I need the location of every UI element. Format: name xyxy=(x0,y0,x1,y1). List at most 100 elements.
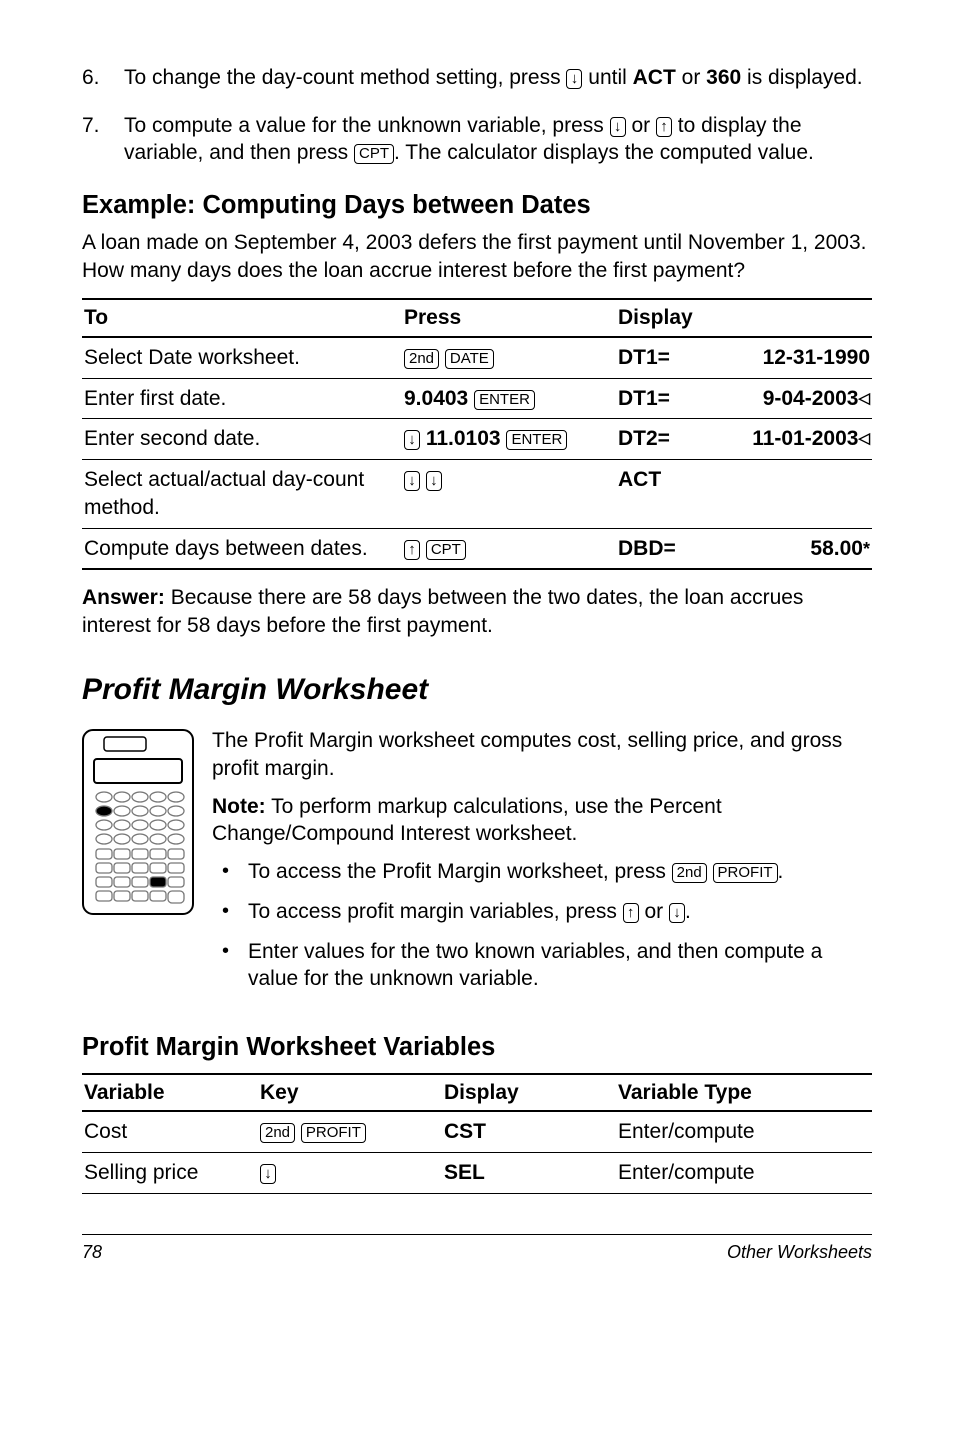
text: or xyxy=(626,114,656,137)
cell-press: 9.0403 ENTER xyxy=(402,378,616,419)
cpt-key: CPT xyxy=(426,540,466,560)
step-7: 7. To compute a value for the unknown va… xyxy=(82,112,872,167)
answer-text: Because there are 58 days between the tw… xyxy=(82,586,803,637)
date-key: DATE xyxy=(445,349,494,369)
step-number: 7. xyxy=(82,112,124,167)
page-number: 78 xyxy=(82,1241,102,1265)
second-key: 2nd xyxy=(404,349,439,369)
col-type: Variable Type xyxy=(616,1074,872,1112)
cell-to: Enter first date. xyxy=(82,378,402,419)
cell-type: Enter/compute xyxy=(616,1111,872,1152)
table-header-row: To Press Display xyxy=(82,299,872,337)
cell-to: Select Date worksheet. xyxy=(82,337,402,378)
step-number: 6. xyxy=(82,64,124,92)
down-arrow-key: ↓ xyxy=(404,430,420,450)
profit-section: The Profit Margin worksheet computes cos… xyxy=(82,727,872,1005)
page-footer: 78 Other Worksheets xyxy=(82,1234,872,1265)
profit-key: PROFIT xyxy=(713,863,778,883)
table-row: Enter second date. ↓ 11.0103 ENTER DT2= … xyxy=(82,419,872,460)
text: . xyxy=(778,860,784,883)
enter-key: ENTER xyxy=(506,430,567,450)
footer-title: Other Worksheets xyxy=(727,1241,872,1265)
vars-heading: Profit Margin Worksheet Variables xyxy=(82,1031,872,1065)
cpt-key: CPT xyxy=(354,144,394,164)
profit-text: The Profit Margin worksheet computes cos… xyxy=(212,727,872,1005)
cell-display: DT1= xyxy=(616,337,704,378)
note-text: To perform markup calculations, use the … xyxy=(212,795,722,846)
text: . The calculator displays the computed v… xyxy=(394,141,814,164)
page: 6. To change the day-count method settin… xyxy=(0,0,954,1295)
value-text: 9-04-2003 xyxy=(763,387,859,410)
example-table: To Press Display Select Date worksheet. … xyxy=(82,298,872,570)
col-display: Display xyxy=(616,299,872,337)
example-intro: A loan made on September 4, 2003 defers … xyxy=(82,229,872,284)
text: or xyxy=(639,900,669,923)
enter-indicator-icon: ◁ xyxy=(858,390,870,407)
cell-press: 2nd DATE xyxy=(402,337,616,378)
table-row: Selling price ↓ SEL Enter/compute xyxy=(82,1153,872,1194)
calculator-icon xyxy=(82,729,194,1005)
down-arrow-key: ↓ xyxy=(610,117,626,137)
act-label: ACT xyxy=(633,66,676,89)
text: or xyxy=(676,66,706,89)
cell-value: 12-31-1990 xyxy=(704,337,872,378)
second-key: 2nd xyxy=(260,1123,295,1143)
text: To access profit margin variables, press xyxy=(248,900,623,923)
down-arrow-key: ↓ xyxy=(260,1164,276,1184)
up-arrow-key: ↑ xyxy=(404,540,420,560)
table-row: Select actual/actual day-count method. ↓… xyxy=(82,460,872,528)
table-row: Cost 2nd PROFIT CST Enter/compute xyxy=(82,1111,872,1152)
cell-value xyxy=(704,460,872,528)
cell-display: ACT xyxy=(616,460,704,528)
cell-key: ↓ xyxy=(258,1153,442,1194)
compute-indicator-icon: * xyxy=(863,539,870,559)
table-row: Select Date worksheet. 2nd DATE DT1= 12-… xyxy=(82,337,872,378)
table-row: Enter first date. 9.0403 ENTER DT1= 9-04… xyxy=(82,378,872,419)
col-key: Key xyxy=(258,1074,442,1112)
cell-press: ↑ CPT xyxy=(402,528,616,569)
cell-display: CST xyxy=(442,1111,616,1152)
text: To compute a value for the unknown varia… xyxy=(124,114,610,137)
cell-to: Enter second date. xyxy=(82,419,402,460)
text: is displayed. xyxy=(741,66,862,89)
entry-value: 11.0103 xyxy=(426,427,501,450)
cell-display: DBD= xyxy=(616,528,704,569)
text: until xyxy=(582,66,632,89)
profit-note: Note: To perform markup calculations, us… xyxy=(212,793,872,848)
cell-value: 11-01-2003◁ xyxy=(704,419,872,460)
cell-value: 9-04-2003◁ xyxy=(704,378,872,419)
profit-key: PROFIT xyxy=(301,1123,366,1143)
down-arrow-key: ↓ xyxy=(669,903,685,923)
profit-bullets: To access the Profit Margin worksheet, p… xyxy=(214,858,872,993)
down-arrow-key: ↓ xyxy=(404,471,420,491)
cell-press: ↓ 11.0103 ENTER xyxy=(402,419,616,460)
vars-table: Variable Key Display Variable Type Cost … xyxy=(82,1073,872,1194)
cell-key: 2nd PROFIT xyxy=(258,1111,442,1152)
360-label: 360 xyxy=(706,66,741,89)
cell-variable: Selling price xyxy=(82,1153,258,1194)
step-body: To change the day-count method setting, … xyxy=(124,64,872,92)
col-press: Press xyxy=(402,299,616,337)
text: To change the day-count method setting, … xyxy=(124,66,566,89)
entry-value: 9.0403 xyxy=(404,387,468,410)
cell-value: 58.00* xyxy=(704,528,872,569)
text: . xyxy=(685,900,691,923)
step-6: 6. To change the day-count method settin… xyxy=(82,64,872,92)
list-item: To access profit margin variables, press… xyxy=(214,898,872,926)
col-variable: Variable xyxy=(82,1074,258,1112)
profit-heading: Profit Margin Worksheet xyxy=(82,670,872,710)
enter-indicator-icon: ◁ xyxy=(858,430,870,447)
value-text: 11-01-2003 xyxy=(752,427,858,450)
cell-variable: Cost xyxy=(82,1111,258,1152)
cell-display: SEL xyxy=(442,1153,616,1194)
second-key: 2nd xyxy=(672,863,707,883)
col-to: To xyxy=(82,299,402,337)
list-item: Enter values for the two known variables… xyxy=(214,938,872,993)
answer-para: Answer: Because there are 58 days betwee… xyxy=(82,584,872,639)
down-arrow-key: ↓ xyxy=(426,471,442,491)
list-item: To access the Profit Margin worksheet, p… xyxy=(214,858,872,886)
note-label: Note: xyxy=(212,795,266,818)
cell-to: Select actual/actual day-count method. xyxy=(82,460,402,528)
table-header-row: Variable Key Display Variable Type xyxy=(82,1074,872,1112)
cell-display: DT1= xyxy=(616,378,704,419)
